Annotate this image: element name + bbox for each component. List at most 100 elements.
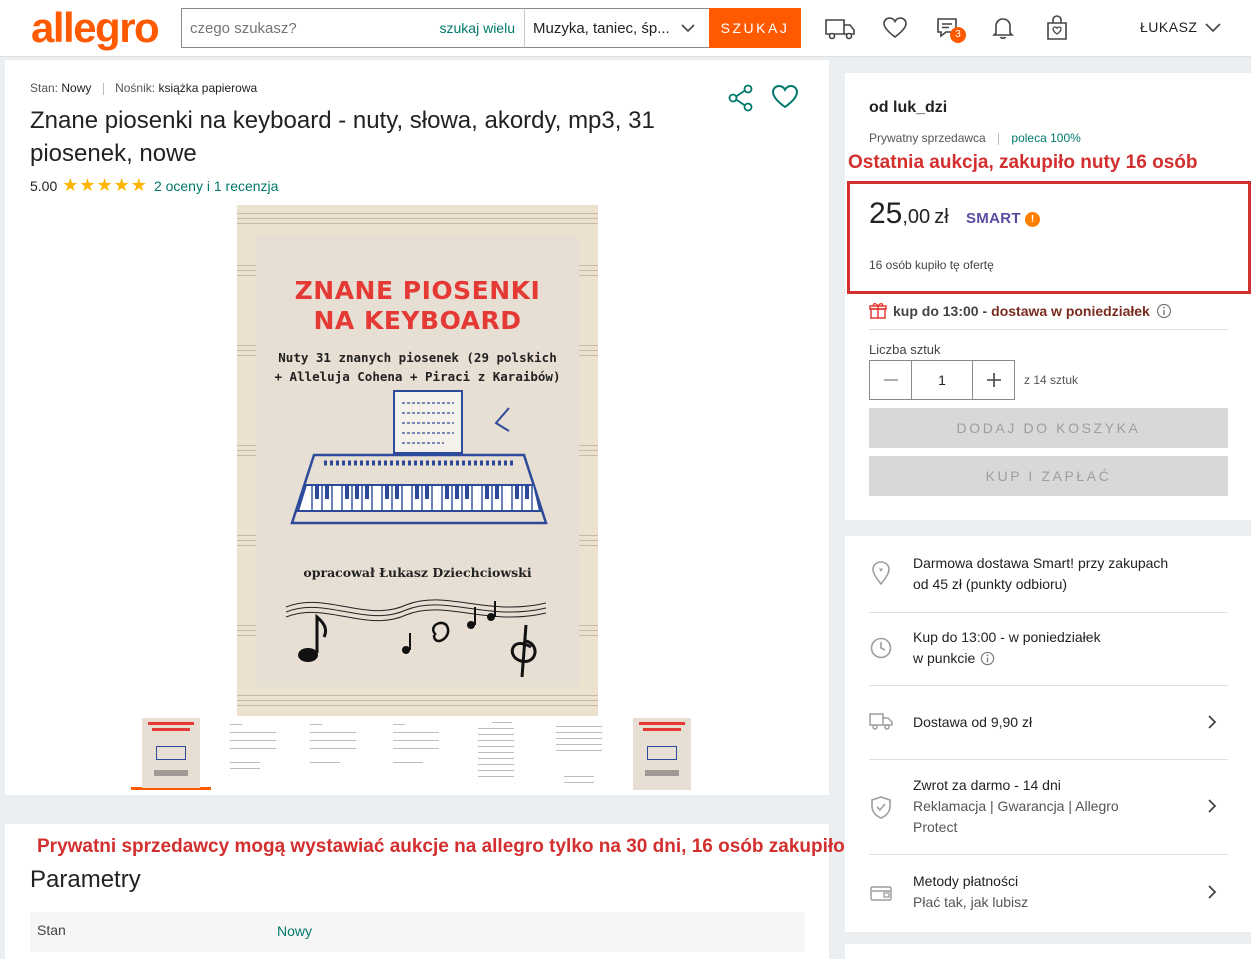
chevron-right-icon[interactable] (1205, 797, 1219, 815)
delivery-time: kup do 13:00 - (893, 303, 988, 319)
thumbnail-7[interactable] (633, 718, 691, 790)
cover-title: ZNANE PIOSENKI NA KEYBOARD (256, 276, 579, 336)
meta-divider (102, 82, 104, 95)
seller-type: Prywatny sprzedawca (869, 131, 986, 145)
info-icon[interactable] (980, 651, 995, 666)
rating-row: 5.00 ★★★★★ 2 oceny i 1 recenzja (30, 175, 278, 196)
price-currency: zł (934, 206, 949, 228)
plus-icon (986, 373, 1001, 387)
share-icon[interactable] (727, 84, 755, 112)
wallet-icon (870, 886, 892, 901)
delivery-truck-icon (869, 713, 893, 730)
seller-info: Prywatny sprzedawca poleca 100% (869, 131, 1081, 145)
search-button[interactable]: SZUKAJ (709, 8, 801, 48)
seller-name[interactable]: od luk_dzi (869, 99, 947, 117)
category-value: Muzyka, taniec, śp... (533, 20, 670, 37)
top-header: allegro szukaj wielu Muzyka, taniec, śp.… (0, 0, 1251, 57)
seller-recommend[interactable]: poleca 100% (1011, 131, 1080, 145)
chevron-right-icon[interactable] (1205, 883, 1219, 901)
user-menu[interactable]: ŁUKASZ (1140, 19, 1197, 35)
delivery-estimate: kup do 13:00 - dostawa w poniedziałek (869, 302, 1172, 320)
divider (869, 854, 1228, 855)
delivery-day: dostawa w poniedziałek (991, 303, 1150, 319)
payment-title: Metody płatności (913, 873, 1019, 889)
messages-badge: 3 (950, 27, 966, 43)
payment-subtitle: Płać tak, jak lubisz (913, 894, 1029, 910)
delivery-time-line: Kup do 13:00 - w poniedziałek (913, 629, 1101, 645)
thumbnail-cover (633, 718, 691, 790)
returns-subtitle: Reklamacja | Gwarancja | Allegro Protect (913, 798, 1119, 835)
chevron-right-icon[interactable] (1205, 713, 1219, 731)
bought-count: 16 osób kupiło tę ofertę (869, 258, 994, 272)
thumbnail-6[interactable] (552, 718, 610, 790)
thumbnail-cover (142, 718, 200, 788)
seller-divider (998, 132, 1000, 145)
parameter-key: Stan (37, 922, 66, 938)
medium-value: książka papierowa (158, 81, 258, 95)
divider (869, 759, 1228, 760)
quantity-stepper: 1 (869, 360, 1015, 400)
next-card (845, 944, 1251, 959)
favorite-heart-icon[interactable] (771, 84, 799, 110)
divider (869, 612, 1228, 613)
rating-stars: ★★★★★ (62, 175, 148, 195)
thumbnail-2[interactable] (226, 718, 284, 790)
delivery-truck-icon[interactable] (823, 13, 857, 43)
shipping-cost-link[interactable]: Dostawa od 9,90 zł (913, 712, 1173, 733)
returns-info[interactable]: Zwrot za darmo - 14 dni Reklamacja | Gwa… (913, 775, 1143, 838)
shield-icon (871, 796, 891, 819)
condition-value: Nowy (61, 81, 92, 95)
gift-icon (869, 303, 887, 319)
messages-icon[interactable]: 3 (930, 13, 966, 43)
cover-subtitle: Nuty 31 znanych piosenek (29 polskich + … (256, 348, 579, 386)
thumbnail-4[interactable] (389, 718, 447, 790)
location-pin-icon (872, 561, 890, 586)
info-icon[interactable] (1156, 303, 1172, 319)
cover-author: opracował Łukasz Dziechciowski (303, 565, 532, 580)
cart-bag-icon[interactable] (1040, 13, 1074, 43)
search-many-link[interactable]: szukaj wielu (440, 20, 515, 36)
category-select[interactable]: Muzyka, taniec, śp... (524, 8, 710, 48)
product-title: Znane piosenki na keyboard - nuty, słowa… (30, 107, 655, 167)
decrease-button[interactable] (870, 361, 911, 399)
cover-title-line: ZNANE PIOSENKI (294, 276, 541, 305)
add-to-cart-button[interactable]: DODAJ DO KOSZYKA (869, 408, 1228, 448)
buy-now-button[interactable]: KUP I ZAPŁAĆ (869, 456, 1228, 496)
annotation-top: Ostatnia aukcja, zakupiło nuty 16 osób (848, 152, 1198, 173)
minus-icon (883, 379, 898, 381)
thumbnail-1[interactable] (131, 718, 211, 790)
divider (869, 685, 1228, 686)
parameter-value[interactable]: Nowy (277, 923, 312, 939)
search-input[interactable] (182, 9, 422, 47)
price-dec: ,00 (902, 206, 931, 228)
payment-methods[interactable]: Metody płatności Płać tak, jak lubisz (913, 871, 1173, 913)
parameters-title: Parametry (30, 866, 141, 893)
rating-value: 5.00 (30, 177, 58, 194)
thumbnail-5[interactable] (474, 718, 532, 790)
allegro-logo[interactable]: allegro (31, 4, 160, 52)
smart-logo: SMART (966, 210, 1021, 227)
cover-panel: ZNANE PIOSENKI NA KEYBOARD Nuty 31 znany… (256, 235, 579, 687)
reviews-link[interactable]: 2 oceny i 1 recenzja (154, 178, 279, 194)
cover-title-line: NA KEYBOARD (313, 306, 522, 335)
quantity-input[interactable]: 1 (911, 361, 973, 399)
clock-icon (870, 637, 892, 659)
increase-button[interactable] (973, 361, 1014, 399)
free-delivery-info: Darmowa dostawa Smart! przy zakupach od … (913, 555, 1169, 592)
condition-label: Stan: (30, 81, 59, 95)
quantity-available: z 14 sztuk (1024, 373, 1079, 387)
heart-icon[interactable] (878, 13, 912, 43)
delivery-time-info: Kup do 13:00 - w poniedziałek w punkcie (913, 627, 1173, 669)
product-image[interactable]: ZNANE PIOSENKI NA KEYBOARD Nuty 31 znany… (237, 205, 598, 716)
keyboard-illustration (290, 390, 548, 525)
divider (869, 329, 1228, 330)
delivery-time-line: w punkcie (913, 648, 1173, 669)
product-meta: Stan: Nowy Nośnik: książka papierowa (30, 81, 257, 95)
medium-label: Nośnik: (115, 81, 156, 95)
smart-badge-icon: ! (1025, 212, 1040, 227)
thumbnail-3[interactable] (306, 718, 364, 790)
quantity-label: Liczba sztuk (869, 342, 941, 357)
bell-icon[interactable] (986, 13, 1020, 43)
delivery-place: w punkcie (913, 650, 976, 666)
chevron-down-icon[interactable] (1203, 18, 1223, 38)
